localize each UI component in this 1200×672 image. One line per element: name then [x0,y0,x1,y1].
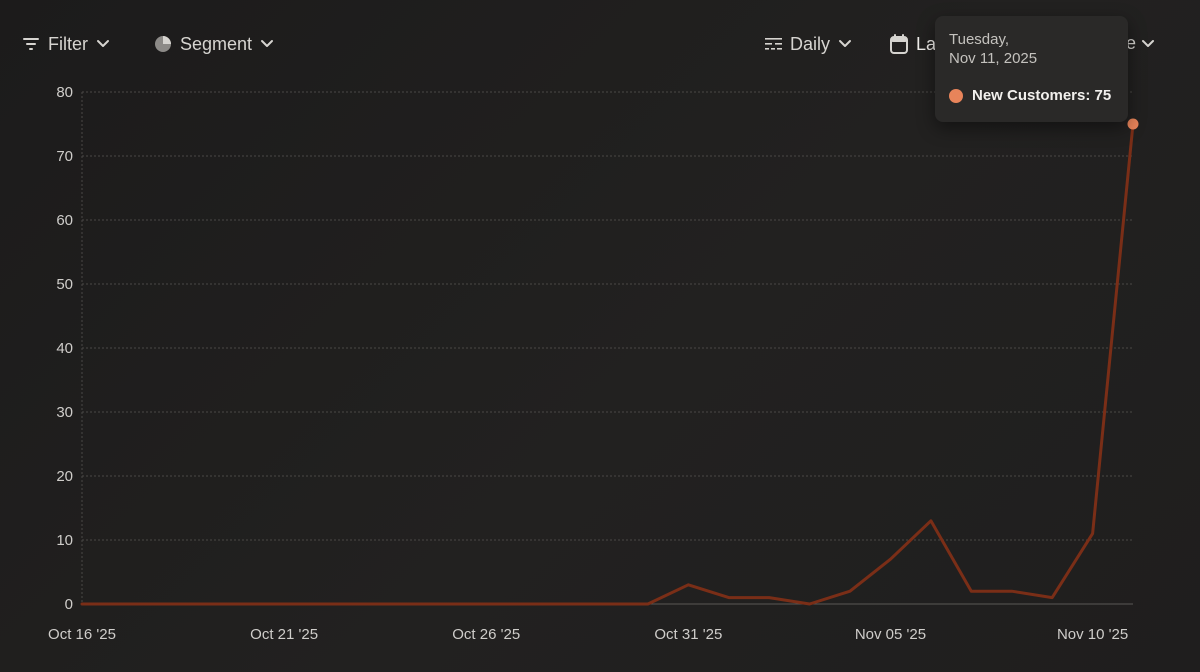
y-tick-label: 0 [65,596,73,613]
tooltip-weekday: Tuesday, [949,31,1010,48]
chart-tooltip: Tuesday, Nov 11, 2025 New Customers: 75 [935,16,1128,122]
x-axis: Oct 16 '25 Oct 21 '25 Oct 26 '25 Oct 31 '25… [48,626,1128,643]
y-axis: 0 10 20 30 40 50 60 70 80 [56,84,73,613]
y-tick-label: 40 [56,340,73,357]
series-layer [80,118,1139,606]
y-tick-label: 30 [56,404,73,421]
y-tick-label: 60 [56,212,73,229]
y-tick-label: 80 [56,84,73,101]
x-tick-label: Nov 10 '25 [1057,626,1128,643]
y-tick-label: 70 [56,148,73,165]
x-tick-label: Oct 31 '25 [654,626,722,643]
y-tick-label: 10 [56,532,73,549]
highlighted-point [1127,118,1139,130]
series-color-dot [949,88,963,103]
y-tick-label: 50 [56,276,73,293]
x-tick-label: Oct 21 '25 [250,626,318,643]
grid [81,91,1133,605]
tooltip-series-value: New Customers: 75 [972,87,1112,104]
x-tick-label: Oct 16 '25 [48,626,116,643]
x-tick-label: Nov 05 '25 [855,626,926,643]
y-tick-label: 20 [56,468,73,485]
tooltip-series-row: New Customers: 75 [949,87,1114,104]
x-tick-label: Oct 26 '25 [452,626,520,643]
tooltip-date: Nov 11, 2025 [949,50,1038,67]
series-line-new-customers [80,122,1135,606]
